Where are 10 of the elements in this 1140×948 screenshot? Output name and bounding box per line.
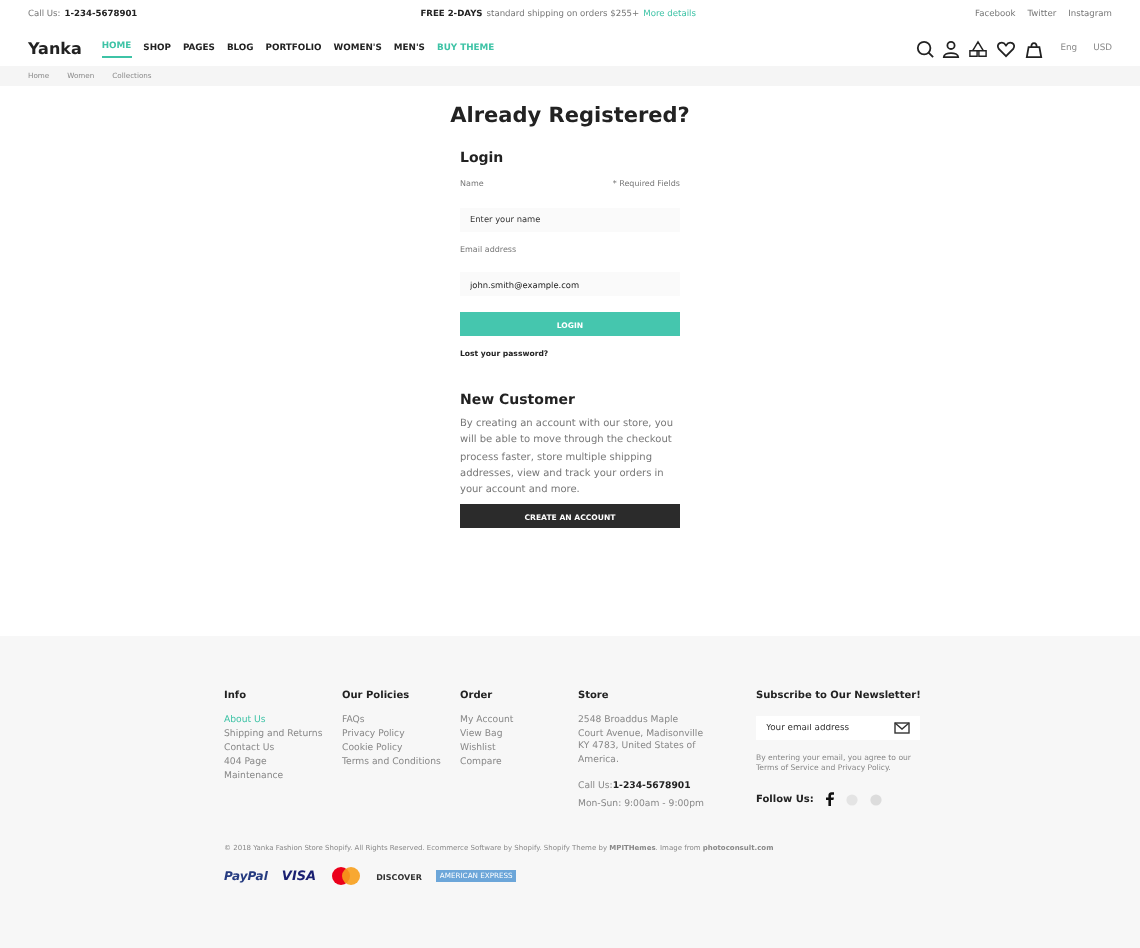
- mastercard-icon: [330, 866, 363, 886]
- facebook-icon[interactable]: [825, 792, 834, 806]
- page-title: Already Registered?: [450, 104, 690, 130]
- logo[interactable]: Yanka: [28, 39, 82, 57]
- user-icon[interactable]: [942, 39, 961, 57]
- heart-icon[interactable]: [996, 39, 1017, 57]
- envelope-icon[interactable]: [894, 722, 910, 734]
- search-icon[interactable]: [916, 39, 935, 57]
- bag-icon[interactable]: [1024, 39, 1045, 57]
- compare-icon[interactable]: [968, 39, 989, 57]
